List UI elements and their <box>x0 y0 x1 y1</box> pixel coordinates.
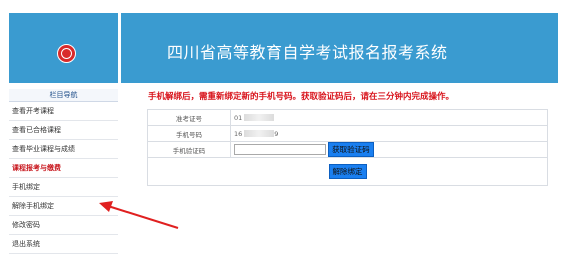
annotation-arrow <box>99 201 179 229</box>
arrow-shaft <box>107 205 179 229</box>
arrow-head <box>99 201 113 212</box>
